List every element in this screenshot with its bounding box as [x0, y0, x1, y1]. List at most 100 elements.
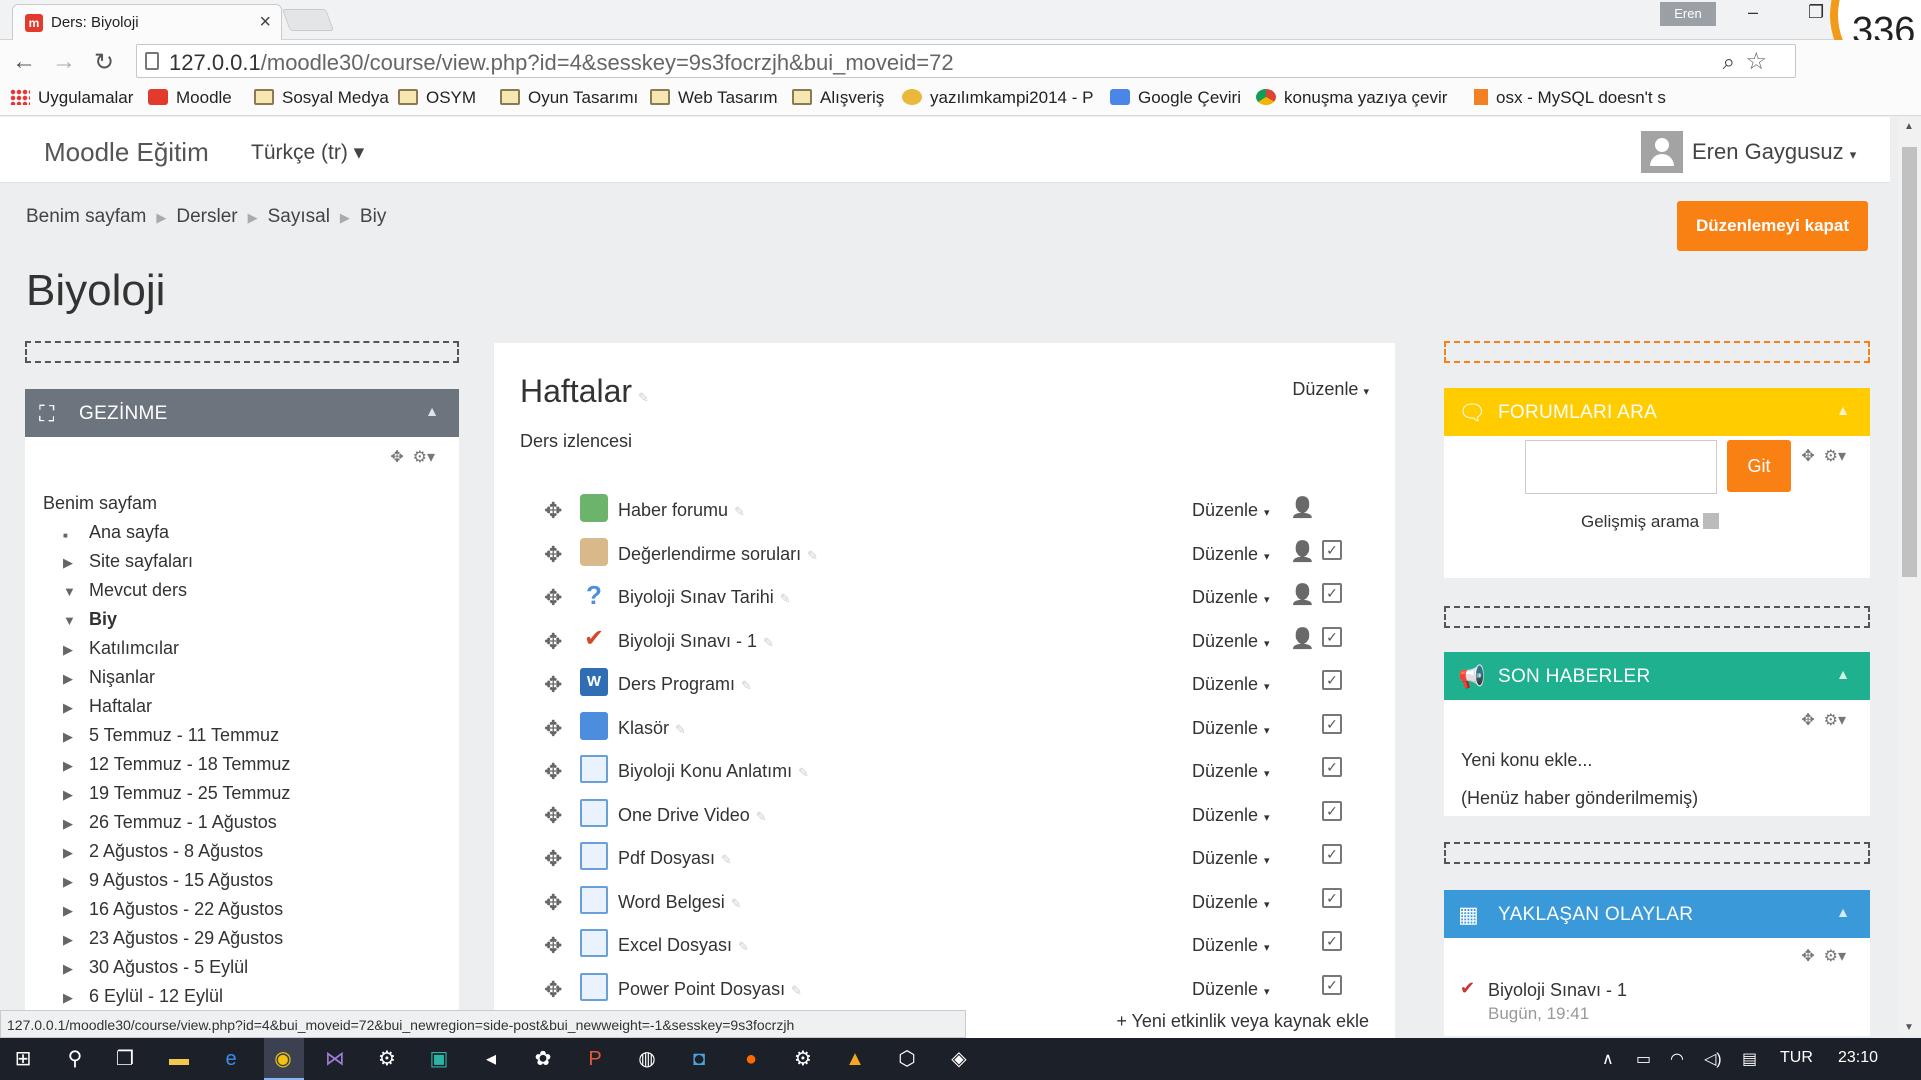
bookmark-item[interactable]: Sosyal Medya — [254, 88, 389, 108]
completion-checkbox[interactable]: ✓ — [1322, 626, 1342, 647]
activity-edit-menu[interactable]: Düzenle ▾ — [1192, 500, 1270, 521]
move-icon[interactable]: ✥ — [544, 672, 562, 698]
activity-link[interactable]: Haber forumu ✎ — [618, 500, 745, 521]
app-icon[interactable]: ✿ — [530, 1047, 556, 1071]
app-icon[interactable]: ● — [738, 1047, 764, 1071]
battery-icon[interactable]: ▭ — [1636, 1049, 1651, 1069]
collapsed-icon[interactable]: ▶ — [63, 983, 89, 1012]
completion-checkbox[interactable]: ✓ — [1322, 844, 1342, 864]
tray-overflow-icon[interactable]: ∧ — [1602, 1049, 1614, 1069]
collapsed-icon[interactable]: ▶ — [63, 954, 89, 983]
collapsed-icon[interactable]: ▶ — [63, 809, 89, 838]
activity-link[interactable]: Değerlendirme soruları ✎ — [618, 544, 818, 565]
activity-edit-menu[interactable]: Düzenle ▾ — [1192, 805, 1270, 826]
bullet-icon[interactable]: ■ — [63, 521, 89, 550]
nav-tree-label[interactable]: 5 Temmuz - 11 Temmuz — [89, 725, 279, 745]
browser-tab[interactable]: m Ders: Biyoloji × — [12, 4, 282, 40]
move-icon[interactable]: ✥ — [544, 585, 562, 611]
nav-tree-item[interactable]: ▶ 9 Ağustos - 15 Ağustos — [43, 866, 290, 895]
search-icon[interactable]: ⚲ — [62, 1047, 88, 1071]
toggle-editing-button[interactable]: Düzenlemeyi kapat — [1677, 201, 1868, 251]
new-tab-button[interactable] — [281, 9, 335, 31]
nav-tree-label[interactable]: 6 Eylül - 12 Eylül — [89, 986, 223, 1006]
completion-checkbox[interactable]: ✓ — [1322, 800, 1342, 821]
word-icon[interactable]: W — [580, 668, 608, 696]
group-mode-icon[interactable]: 👤 — [1290, 626, 1315, 651]
activity-link[interactable]: Biyoloji Konu Anlatımı ✎ — [618, 761, 809, 782]
block-tools[interactable]: ✥ ⚙▾ — [1801, 446, 1846, 466]
nav-tree-label[interactable]: Nişanlar — [89, 667, 155, 687]
edit-title-icon[interactable]: ✎ — [721, 852, 732, 867]
nav-tree-item[interactable]: ■ Ana sayfa — [43, 518, 290, 547]
nav-tree-label[interactable]: 26 Temmuz - 1 Ağustos — [89, 812, 277, 832]
move-icon[interactable]: ✥ — [544, 759, 562, 785]
group-mode-icon[interactable]: 👤 — [1290, 495, 1315, 520]
move-icon[interactable]: ✥ — [544, 542, 562, 568]
completion-checkbox[interactable]: ✓ — [1322, 931, 1342, 951]
block-drop-zone-right[interactable] — [1444, 341, 1870, 363]
activity-link[interactable]: One Drive Video ✎ — [618, 805, 767, 826]
media-icon[interactable]: ◂ — [478, 1047, 504, 1071]
completion-checkbox[interactable]: ✓ — [1322, 670, 1342, 690]
bookmark-item[interactable]: Web Tasarım — [650, 88, 778, 108]
block-drop-zone-left[interactable] — [25, 341, 459, 363]
nav-tree-item[interactable]: ▶ 5 Temmuz - 11 Temmuz — [43, 721, 290, 750]
nav-tree-item[interactable]: ▶ Katılımcılar — [43, 634, 290, 663]
bookmark-item[interactable]: Moodle — [148, 88, 232, 108]
collapse-icon[interactable]: ▲ — [425, 403, 439, 419]
forum-search-input[interactable] — [1525, 440, 1717, 494]
activity-link[interactable]: Excel Dosyası ✎ — [618, 935, 749, 956]
activity-link[interactable]: Klasör ✎ — [618, 718, 686, 739]
chrome-icon[interactable]: ◉ — [270, 1047, 296, 1071]
edit-title-icon[interactable]: ✎ — [780, 591, 791, 606]
collapsed-icon[interactable]: ▶ — [63, 664, 89, 693]
edit-title-icon[interactable]: ✎ — [731, 896, 742, 911]
nav-tree-item[interactable]: ▶ 19 Temmuz - 25 Temmuz — [43, 779, 290, 808]
activity-edit-menu[interactable]: Düzenle ▾ — [1192, 674, 1270, 695]
app-icon[interactable]: ◍ — [634, 1047, 660, 1071]
input-language[interactable]: TUR — [1780, 1049, 1813, 1067]
activity-edit-menu[interactable]: Düzenle ▾ — [1192, 935, 1270, 956]
activity-link[interactable]: Biyoloji Sınavı - 1 ✎ — [618, 631, 774, 652]
nav-tree-label[interactable]: Ana sayfa — [89, 522, 169, 542]
page-icon[interactable] — [580, 885, 608, 914]
edit-title-icon[interactable]: ✎ — [741, 678, 752, 693]
navigation-block-header[interactable]: ⛶ GEZİNME ▲ — [25, 389, 459, 437]
nav-tree-item[interactable]: ▶ 23 Ağustos - 29 Ağustos — [43, 924, 290, 953]
block-drop-zone[interactable] — [1444, 606, 1870, 628]
nav-tree-label[interactable]: 2 Ağustos - 8 Ağustos — [89, 841, 263, 861]
window-user-badge[interactable]: Eren — [1660, 2, 1716, 26]
close-tab-icon[interactable]: × — [259, 11, 271, 34]
feedback-icon[interactable] — [580, 537, 608, 566]
page-icon[interactable] — [580, 972, 608, 1001]
activity-edit-menu[interactable]: Düzenle ▾ — [1192, 544, 1270, 565]
nav-tree-label[interactable]: 23 Ağustos - 29 Ağustos — [89, 928, 283, 948]
restore-icon[interactable]: ❐ — [1808, 2, 1824, 23]
edit-title-icon[interactable]: ✎ — [791, 983, 802, 998]
move-icon[interactable]: ✥ — [544, 629, 562, 655]
collapse-icon[interactable]: ▲ — [1836, 666, 1850, 682]
nav-tree-label[interactable]: Katılımcılar — [89, 638, 179, 658]
bookmark-item[interactable]: Alışveriş — [792, 88, 884, 108]
url-text[interactable]: 127.0.0.1/moodle30/course/view.php?id=4&… — [169, 50, 954, 76]
completion-checkbox[interactable]: ✓ — [1322, 539, 1342, 560]
collapsed-icon[interactable]: ▶ — [63, 548, 89, 577]
nav-tree-item[interactable]: ▶ 16 Ağustos - 22 Ağustos — [43, 895, 290, 924]
breadcrumb-item[interactable]: Biy — [360, 206, 386, 227]
collapsed-icon[interactable]: ▶ — [63, 896, 89, 925]
group-mode-icon[interactable]: 👤 — [1290, 582, 1315, 607]
forum-search-header[interactable]: 🗨 FORUMLARI ARA ▲ — [1444, 388, 1870, 436]
edit-title-icon[interactable]: ✎ — [675, 722, 686, 737]
bookmark-item[interactable]: Google Çeviri — [1110, 88, 1241, 108]
visual-studio-icon[interactable]: ⋈ — [322, 1047, 348, 1071]
page-icon[interactable] — [580, 798, 608, 827]
activity-edit-menu[interactable]: Düzenle ▾ — [1192, 848, 1270, 869]
nav-tree-item[interactable]: ▼ Mevcut ders — [43, 576, 290, 605]
edit-title-icon[interactable]: ✎ — [807, 548, 818, 563]
page-icon[interactable] — [580, 929, 608, 957]
app-icon[interactable]: ▲ — [842, 1047, 868, 1071]
move-icon[interactable]: ✥ — [544, 933, 562, 959]
move-icon[interactable]: ✥ — [544, 890, 562, 916]
forward-arrow-icon[interactable]: → — [52, 48, 76, 76]
nav-tree-label[interactable]: Mevcut ders — [89, 580, 187, 600]
